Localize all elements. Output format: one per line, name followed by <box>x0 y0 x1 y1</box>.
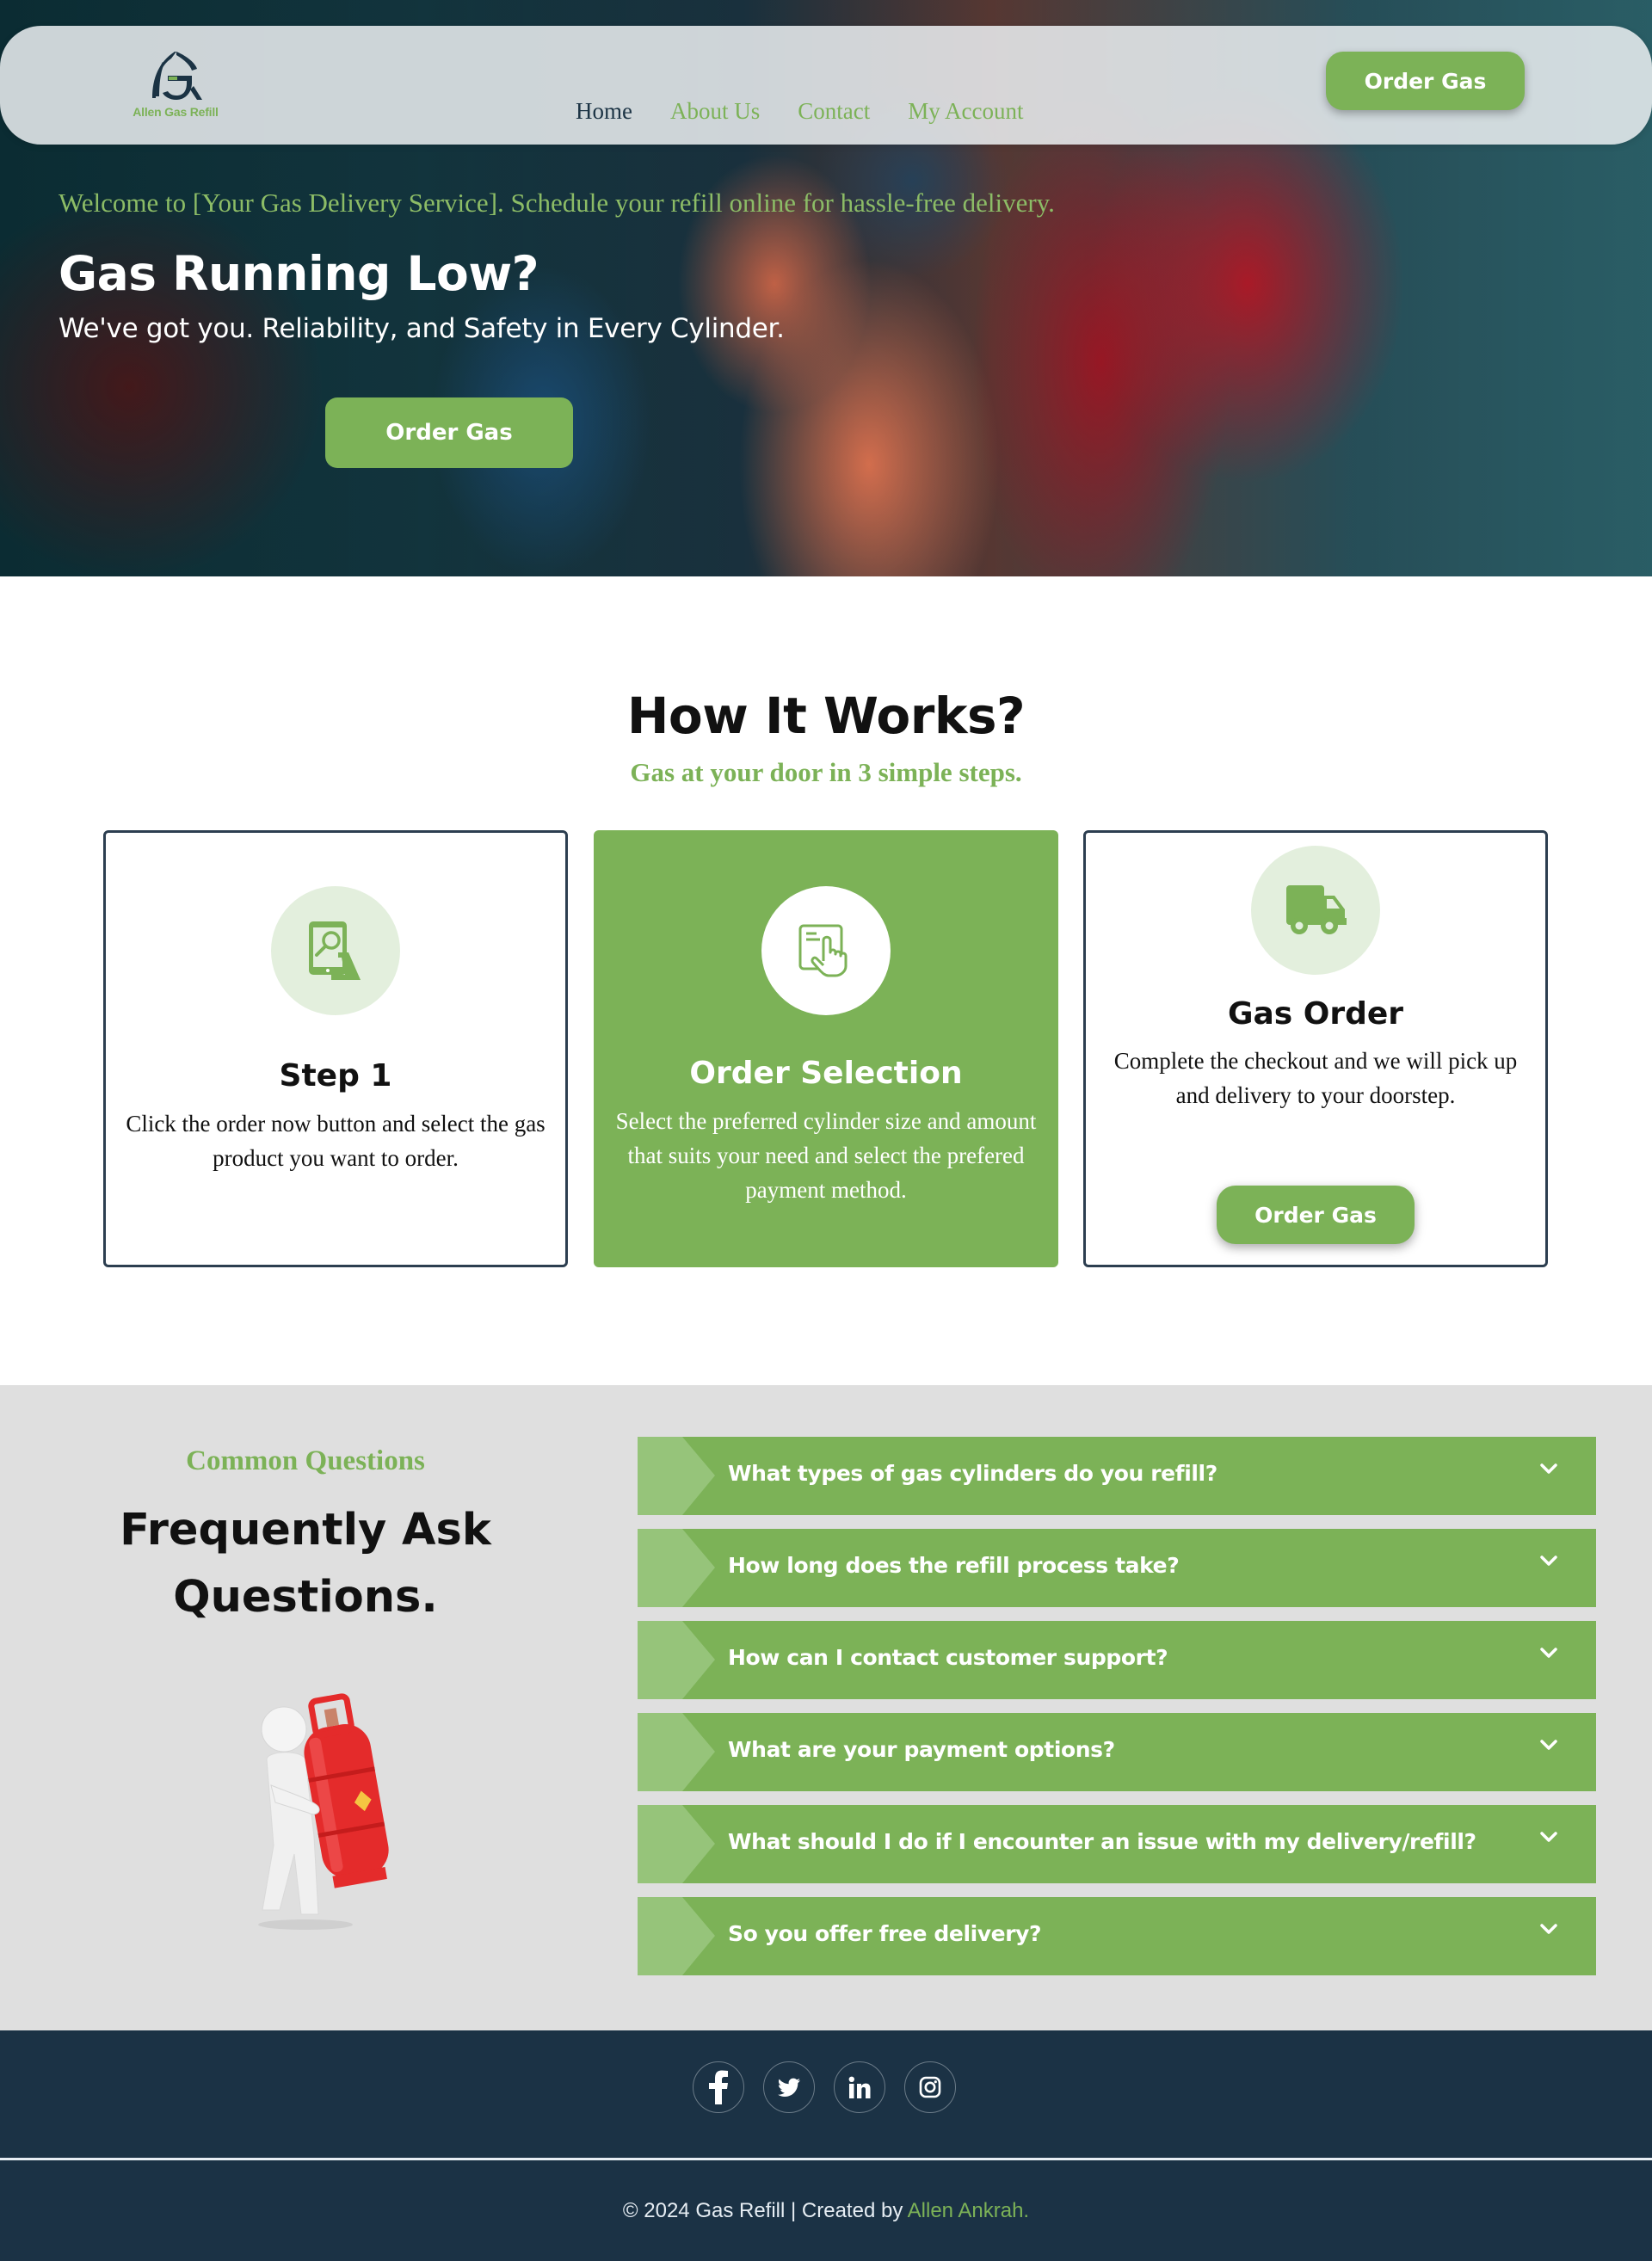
icon-circle <box>1251 846 1380 975</box>
faq-question: How can I contact customer support? <box>728 1645 1168 1670</box>
section-title: How It Works? <box>626 687 1026 745</box>
faq-question: What are your payment options? <box>728 1737 1115 1762</box>
main-nav: Home About Us Contact My Account <box>576 98 1023 125</box>
step-title: Gas Order <box>1227 996 1404 1032</box>
faq-item[interactable]: What are your payment options? <box>638 1713 1596 1791</box>
chevron-down-icon[interactable] <box>1538 1826 1560 1848</box>
nav-home[interactable]: Home <box>576 98 632 125</box>
instagram-link[interactable] <box>904 2061 956 2113</box>
step-description: Complete the checkout and we will pick u… <box>1113 1048 1518 1108</box>
linkedin-link[interactable] <box>834 2061 885 2113</box>
hero-welcome-text: Welcome to [Your Gas Delivery Service]. … <box>59 188 1055 218</box>
faq-item[interactable]: What types of gas cylinders do you refil… <box>638 1437 1596 1515</box>
hero-order-gas-button[interactable]: Order Gas <box>325 397 573 468</box>
step-card-3: Gas Order Complete the checkout and we w… <box>1083 830 1548 1267</box>
footer-divider <box>0 2158 1652 2160</box>
facebook-icon <box>709 2070 728 2104</box>
chevron-down-icon[interactable] <box>1538 1918 1560 1940</box>
faq-question: What should I do if I encounter an issue… <box>728 1829 1476 1854</box>
chevron-down-icon[interactable] <box>1538 1549 1560 1572</box>
twitter-link[interactable] <box>763 2061 815 2113</box>
faq-item-tab-decoration <box>638 1897 715 1975</box>
hero-title: Gas Running Low? <box>59 246 539 301</box>
icon-circle <box>761 886 891 1015</box>
logo-mark-icon <box>152 52 202 100</box>
copyright: © 2024 Gas Refill | Created by Allen Ank… <box>0 2199 1652 2223</box>
faq-item[interactable]: How long does the refill process take? <box>638 1529 1596 1607</box>
faq-item-tab-decoration <box>638 1621 715 1699</box>
step-order-gas-button[interactable]: Order Gas <box>1217 1186 1415 1244</box>
hero-content: Welcome to [Your Gas Delivery Service]. … <box>59 188 1055 468</box>
nav-about-us[interactable]: About Us <box>670 98 760 125</box>
how-it-works-section: How It Works? Gas at your door in 3 simp… <box>0 576 1652 1385</box>
chevron-down-icon[interactable] <box>1538 1734 1560 1756</box>
copyright-text: © 2024 Gas Refill | Created by <box>622 2199 908 2222</box>
header-order-gas-button[interactable]: Order Gas <box>1326 52 1525 110</box>
delivery-truck-icon <box>1286 885 1347 934</box>
faq-question: What types of gas cylinders do you refil… <box>728 1461 1217 1486</box>
logo-text: Allen Gas Refill <box>133 105 219 119</box>
instagram-icon <box>919 2076 941 2098</box>
hero-section: Allen Gas Refill Home About Us Contact M… <box>0 0 1652 576</box>
section-subtitle: Gas at your door in 3 simple steps. <box>630 757 1022 787</box>
faq-kicker: Common Questions <box>186 1445 425 1476</box>
linkedin-icon <box>848 2076 871 2098</box>
step-card-2: Order Selection Select the preferred cyl… <box>594 830 1058 1267</box>
tablet-search-icon <box>309 921 361 980</box>
faq-item[interactable]: What should I do if I encounter an issue… <box>638 1805 1596 1883</box>
footer: © 2024 Gas Refill | Created by Allen Ank… <box>0 2030 1652 2261</box>
nav-contact[interactable]: Contact <box>798 98 870 125</box>
icon-circle <box>271 886 400 1015</box>
step-description: Select the preferred cylinder size and a… <box>615 1108 1037 1203</box>
faq-section: Common Questions Frequently Ask Questions… <box>0 1385 1652 2030</box>
step-card-1: Step 1 Click the order now button and se… <box>103 830 568 1267</box>
twitter-icon <box>778 2078 800 2097</box>
faq-title: Frequently Ask Questions. <box>120 1505 491 1623</box>
social-links <box>0 2061 1652 2113</box>
nav-my-account[interactable]: My Account <box>908 98 1023 125</box>
facebook-link[interactable] <box>693 2061 744 2113</box>
navbar: Allen Gas Refill Home About Us Contact M… <box>0 26 1652 145</box>
chevron-down-icon[interactable] <box>1538 1457 1560 1480</box>
faq-item-tab-decoration <box>638 1713 715 1791</box>
step-title: Step 1 <box>279 1058 392 1094</box>
faq-item[interactable]: So you offer free delivery? <box>638 1897 1596 1975</box>
faq-accordion: What types of gas cylinders do you refil… <box>638 1437 1596 1989</box>
faq-item-tab-decoration <box>638 1805 715 1883</box>
chevron-down-icon[interactable] <box>1538 1642 1560 1664</box>
faq-question: How long does the refill process take? <box>728 1553 1180 1578</box>
faq-item[interactable]: How can I contact customer support? <box>638 1621 1596 1699</box>
person-carrying-gas-cylinder-illustration <box>258 1693 389 1930</box>
faq-item-tab-decoration <box>638 1529 715 1607</box>
hero-subtitle: We've got you. Reliability, and Safety i… <box>59 313 785 344</box>
step-title: Order Selection <box>689 1056 963 1091</box>
faq-question: So you offer free delivery? <box>728 1921 1042 1946</box>
logo[interactable]: Allen Gas Refill <box>127 48 224 126</box>
author-link[interactable]: Allen Ankrah. <box>908 2199 1029 2222</box>
step-description: Click the order now button and select th… <box>126 1111 546 1171</box>
faq-item-tab-decoration <box>638 1437 715 1515</box>
touch-select-icon <box>798 924 848 977</box>
